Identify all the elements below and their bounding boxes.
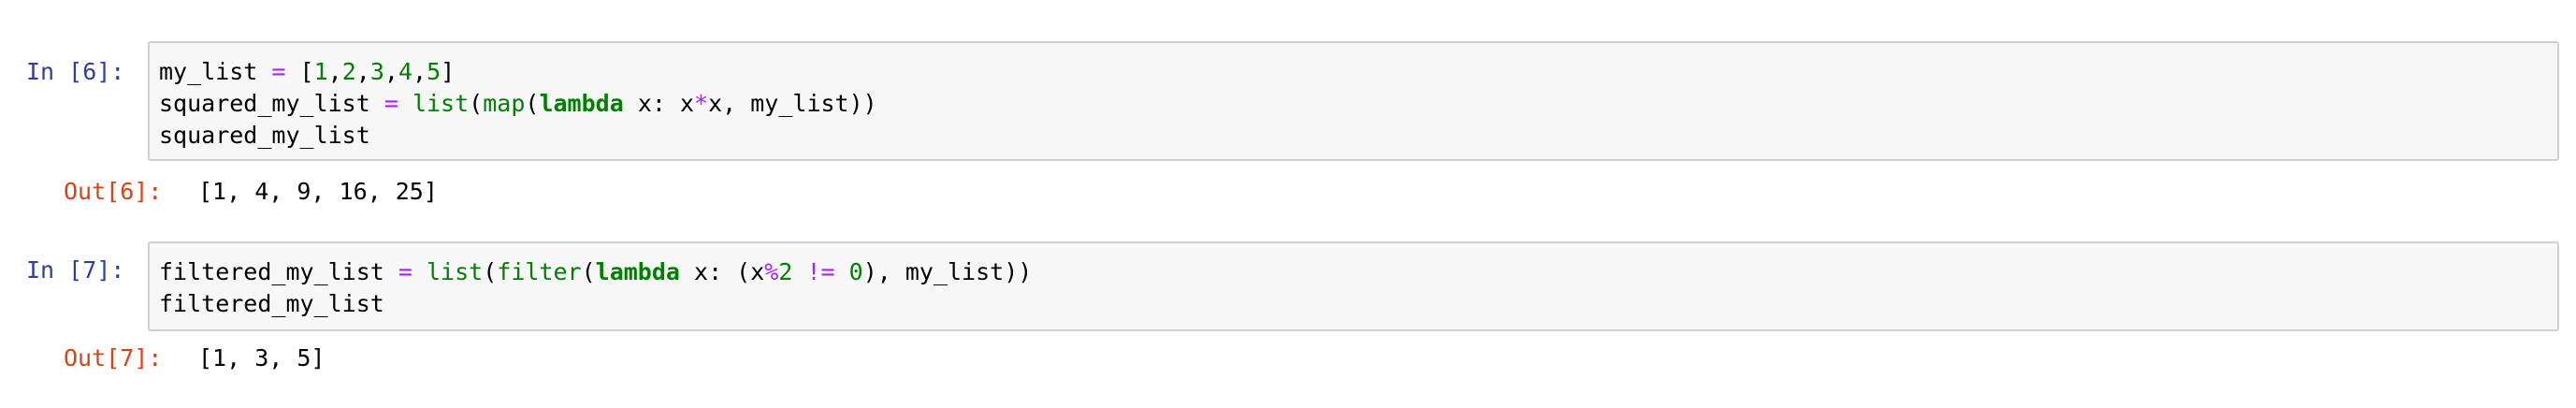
operator-token: = [398,258,412,285]
out-prompt-6: Out[6]: [64,178,163,205]
builtin-token: list [412,90,470,117]
number-token: 5 [427,58,441,85]
code-line: filtered_my_list [159,288,2548,320]
number-token: 2 [778,258,793,285]
code-cell-7[interactable]: filtered_my_list = list(filter(lambda x:… [148,241,2559,331]
builtin-token: list [427,258,484,285]
operator-token: = [271,58,286,85]
operator-token: % [764,258,779,285]
code-token: , [327,58,342,85]
code-token: ( [581,258,596,285]
in-prompt-7: In [7]: [26,256,125,284]
code-line: squared_my_list = list(map(lambda x: x*x… [159,88,2548,120]
code-token: ] [441,58,456,85]
code-token: [ [285,58,314,85]
operator-token: = [384,90,398,117]
code-token: filtered_my_list [159,290,384,317]
output-7: [1, 3, 5] [198,344,326,372]
keyword-token: lambda [539,90,624,117]
code-token: x: (x [679,258,765,285]
code-line: my_list = [1,2,3,4,5] [159,56,2548,88]
operator-token: != [806,258,835,285]
code-cell-6[interactable]: my_list = [1,2,3,4,5] squared_my_list = l… [148,41,2559,161]
code-line: filtered_my_list = list(filter(lambda x:… [159,256,2548,288]
code-token: ( [483,258,498,285]
number-token: 4 [398,58,413,85]
number-token: 3 [369,58,384,85]
number-token: 2 [341,58,356,85]
builtin-token: map [483,90,526,117]
code-token: , [384,58,398,85]
code-token: , [412,58,427,85]
operator-token: * [694,90,709,117]
code-token: squared_my_list [159,122,370,149]
number-token: 0 [848,258,863,285]
number-token: 1 [313,58,328,85]
in-prompt-6: In [6]: [26,58,125,85]
code-token: ( [525,90,540,117]
output-6: [1, 4, 9, 16, 25] [198,178,438,205]
code-token: x, my_list)) [708,90,877,117]
code-token: ( [469,90,484,117]
code-token: x: x [623,90,695,117]
code-token: filtered_my_list [159,258,398,285]
out-prompt-7: Out[7]: [64,344,163,372]
code-token: ), my_list)) [862,258,1033,285]
code-token: , [355,58,370,85]
code-token: squared_my_list [159,90,384,117]
code-token: my_list [159,58,272,85]
keyword-token: lambda [595,258,680,285]
code-line: squared_my_list [159,120,2548,152]
builtin-token: filter [497,258,582,285]
